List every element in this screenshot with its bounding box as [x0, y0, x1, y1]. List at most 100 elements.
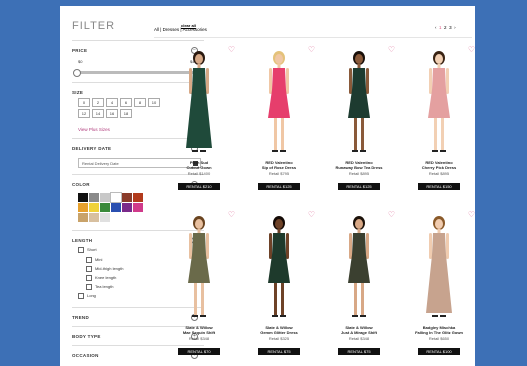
product-card[interactable]: ♡ Slate & Willow Gemm Glitter Dress Reta…	[242, 211, 316, 361]
product-image[interactable]	[402, 211, 475, 321]
size-option[interactable]: 14	[92, 109, 104, 118]
product-image[interactable]	[322, 46, 396, 156]
size-option[interactable]: 16	[106, 109, 118, 118]
color-swatch[interactable]	[110, 192, 122, 203]
favorite-heart-icon[interactable]: ♡	[228, 46, 235, 54]
size-option[interactable]: 4	[106, 98, 118, 107]
delivery-date-placeholder: Rental Delivery Date	[82, 161, 119, 166]
color-title: COLOR	[72, 182, 90, 187]
product-name[interactable]: Runaway Bow Tea Dress	[322, 165, 396, 170]
product-image[interactable]	[162, 46, 236, 156]
checkbox[interactable]	[78, 293, 84, 299]
color-swatch[interactable]	[122, 203, 132, 212]
rental-price-button[interactable]: RENTAL $70	[178, 348, 220, 355]
price-slider-min-handle[interactable]	[73, 69, 81, 77]
product-name[interactable]: Falling In The Glitz Gown	[402, 330, 475, 335]
divider	[154, 37, 472, 38]
product-card[interactable]: ♡ RED Valentino Cherry Pick Dress Retail…	[402, 46, 475, 196]
color-swatch[interactable]	[78, 213, 88, 222]
checkbox[interactable]	[78, 247, 84, 253]
length-knee-option[interactable]: Knee length	[86, 275, 116, 281]
retail-price: Retail $348	[348, 336, 370, 341]
product-image[interactable]	[242, 46, 316, 156]
product-card[interactable]: ♡ Slate & Willow Just A Mirage Shift Ret…	[322, 211, 396, 361]
favorite-heart-icon[interactable]: ♡	[468, 211, 475, 219]
color-swatch[interactable]	[78, 203, 88, 212]
page-1[interactable]: 1	[439, 25, 442, 30]
size-option[interactable]: 0	[78, 98, 90, 107]
favorite-heart-icon[interactable]: ♡	[468, 46, 475, 54]
size-option[interactable]: 6	[120, 98, 132, 107]
length-long-option[interactable]: Long	[78, 293, 96, 299]
view-plus-sizes-link[interactable]: View Plus Sizes	[78, 127, 110, 132]
length-mini-option[interactable]: Mini	[86, 257, 102, 263]
favorite-heart-icon[interactable]: ♡	[308, 46, 315, 54]
product-name[interactable]: Cherry Pick Dress	[402, 165, 475, 170]
length-tea-option[interactable]: Tea length	[86, 284, 113, 290]
color-swatch[interactable]	[78, 193, 88, 202]
retail-price: Retail $895	[428, 171, 450, 176]
rental-price-button[interactable]: RENTAL $75	[258, 348, 300, 355]
size-title: SIZE	[72, 90, 84, 95]
product-name[interactable]: Just A Mirage Shift	[322, 330, 396, 335]
delivery-date-title: DELIVERY DATE	[72, 146, 112, 151]
rental-price-button[interactable]: RENTAL $75	[338, 348, 380, 355]
product-image[interactable]	[322, 211, 396, 321]
price-title: PRICE	[72, 48, 88, 53]
color-swatch[interactable]	[100, 213, 110, 222]
product-card[interactable]: ♡ Slate & Willow Mae Sequin Shift Retail…	[162, 211, 236, 361]
product-card[interactable]: ♡ RED Valentino Sip of Rose Dress Retail…	[242, 46, 316, 196]
size-option[interactable]: 2	[92, 98, 104, 107]
length-mid-thigh-option[interactable]: Mid-thigh length	[86, 266, 123, 272]
size-option[interactable]: 18	[120, 109, 132, 118]
rental-price-button[interactable]: RENTAL $210	[178, 183, 220, 190]
color-swatch[interactable]	[89, 213, 99, 222]
checkbox[interactable]	[86, 257, 92, 263]
favorite-heart-icon[interactable]: ♡	[228, 211, 235, 219]
favorite-heart-icon[interactable]: ♡	[388, 46, 395, 54]
product-area: All | Dresses | Accessories ‹ 1 2 3 › ♡ …	[148, 6, 475, 366]
product-image[interactable]	[242, 211, 316, 321]
rental-price-button[interactable]: RENTAL $125	[338, 183, 380, 190]
checkbox[interactable]	[86, 284, 92, 290]
product-card[interactable]: ♡ Badgley Mischka Falling In The Glitz G…	[402, 211, 475, 361]
favorite-heart-icon[interactable]: ♡	[308, 211, 315, 219]
color-swatch[interactable]	[89, 203, 99, 212]
length-short-option[interactable]: Short	[78, 247, 97, 253]
color-swatch[interactable]	[100, 193, 110, 202]
next-page-icon[interactable]: ›	[454, 25, 456, 30]
product-card[interactable]: ♡ RED Valentino Runaway Bow Tea Dress Re…	[322, 46, 396, 196]
product-name[interactable]: Sip of Rose Dress	[242, 165, 316, 170]
product-image[interactable]	[402, 46, 475, 156]
color-swatch[interactable]	[133, 193, 143, 202]
price-min: $0	[78, 59, 83, 64]
page-3[interactable]: 3	[449, 25, 452, 30]
filter-title: FILTER	[72, 20, 116, 32]
checkbox[interactable]	[86, 275, 92, 281]
color-swatch[interactable]	[133, 203, 143, 212]
product-card[interactable]: ♡ Plein Sud Cutout Gown Retail $1400 REN…	[162, 46, 236, 196]
trend-title[interactable]: TREND	[72, 315, 89, 320]
prev-page-icon[interactable]: ‹	[435, 25, 437, 30]
rental-price-button[interactable]: RENTAL $100	[418, 348, 460, 355]
product-name[interactable]: Cutout Gown	[162, 165, 236, 170]
breadcrumb[interactable]: All | Dresses | Accessories	[154, 27, 207, 32]
checkbox[interactable]	[86, 266, 92, 272]
body-type-title[interactable]: BODY TYPE	[72, 334, 101, 339]
product-name[interactable]: Gemm Glitter Dress	[242, 330, 316, 335]
retail-price: Retail $795	[268, 171, 290, 176]
occasion-title[interactable]: OCCASION	[72, 353, 99, 358]
color-swatch[interactable]	[89, 193, 99, 202]
size-option[interactable]: 12	[78, 109, 90, 118]
rental-price-button[interactable]: RENTAL $125	[258, 183, 300, 190]
product-name[interactable]: Mae Sequin Shift	[162, 330, 236, 335]
color-swatch[interactable]	[122, 193, 132, 202]
favorite-heart-icon[interactable]: ♡	[388, 211, 395, 219]
color-swatch[interactable]	[100, 203, 110, 212]
page-2[interactable]: 2	[444, 25, 447, 30]
size-option[interactable]: 8	[134, 98, 146, 107]
rental-price-button[interactable]: RENTAL $150	[418, 183, 460, 190]
retail-price: Retail $1400	[187, 171, 211, 176]
product-image[interactable]	[162, 211, 236, 321]
color-swatch[interactable]	[111, 203, 121, 212]
